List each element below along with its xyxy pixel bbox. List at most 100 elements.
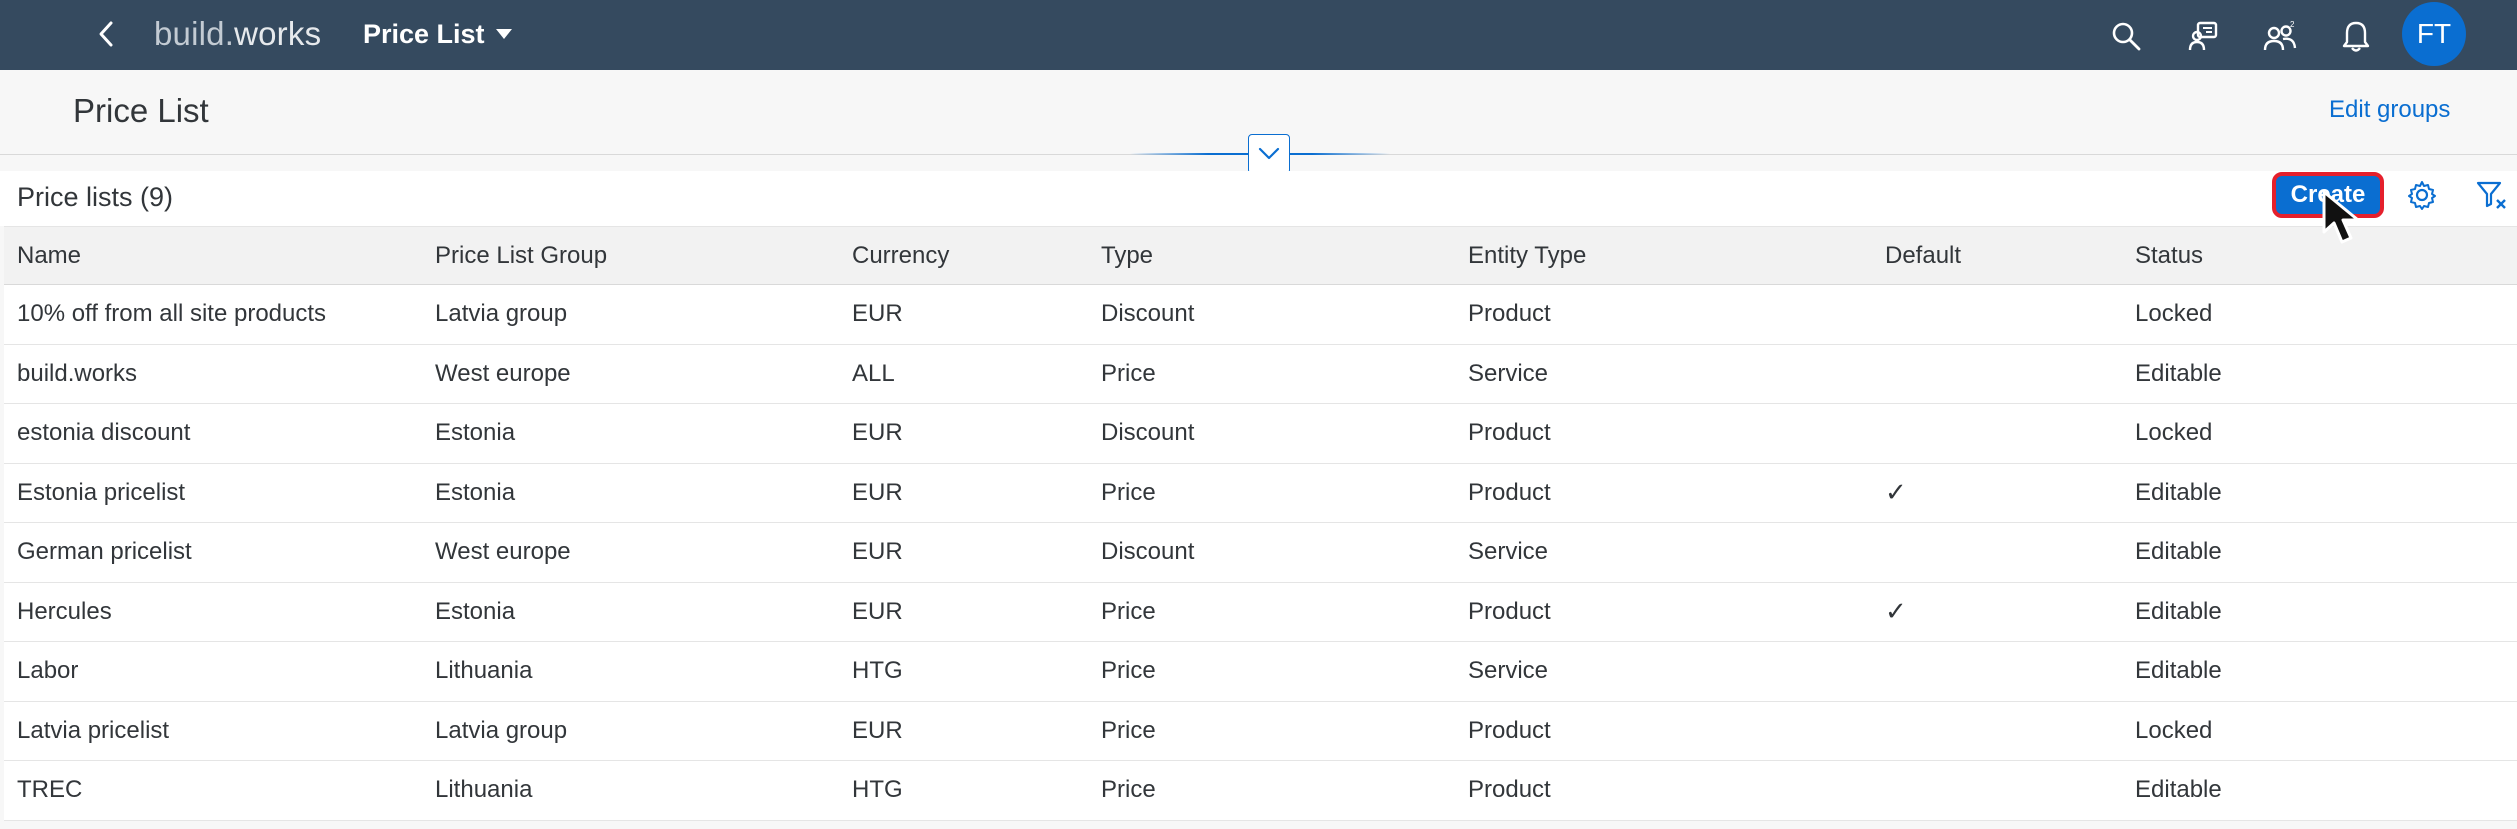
collapse-header-button[interactable] <box>1248 134 1290 174</box>
feedback-button[interactable] <box>2181 14 2225 58</box>
cell-entity-type: Product <box>1468 300 1551 328</box>
cell-type: Price <box>1101 776 1156 804</box>
cell-currency: HTG <box>852 776 903 804</box>
app-title-menu[interactable]: Price List <box>363 14 513 54</box>
cell-status: Editable <box>2135 657 2222 685</box>
shell-bar: build.works Price List 2 FT <box>0 0 2517 70</box>
cell-type: Price <box>1101 359 1156 387</box>
cell-currency: EUR <box>852 538 903 566</box>
search-icon <box>2112 22 2141 51</box>
default-checkmark-icon: ✓ <box>1885 477 1907 508</box>
cell-price-list-group: Estonia <box>435 478 516 506</box>
cell-currency: ALL <box>852 359 895 387</box>
team-icon: 2 <box>2263 20 2297 51</box>
table-row[interactable]: 10% off from all site products Latvia gro… <box>4 285 2517 345</box>
column-header-name[interactable]: Name <box>17 227 81 284</box>
price-lists-table: Name Price List Group Currency Type Enti… <box>4 226 2517 821</box>
notifications-button[interactable] <box>2334 14 2378 58</box>
cell-currency: EUR <box>852 419 903 447</box>
column-header-type[interactable]: Type <box>1101 227 1153 284</box>
cell-price-list-group: Lithuania <box>435 776 533 804</box>
column-header-default[interactable]: Default <box>1885 227 1961 284</box>
svg-text:2: 2 <box>2290 20 2295 29</box>
cell-entity-type: Service <box>1468 538 1549 566</box>
cell-type: Discount <box>1101 419 1195 447</box>
cell-currency: HTG <box>852 657 903 685</box>
cell-name: 10% off from all site products <box>17 300 327 328</box>
cell-name: German pricelist <box>17 538 192 566</box>
cell-status: Editable <box>2135 478 2222 506</box>
table-header: Name Price List Group Currency Type Enti… <box>4 226 2517 285</box>
table-row[interactable]: estonia discount Estonia EUR Discount Produc… <box>4 404 2517 464</box>
column-header-status[interactable]: Status <box>2135 227 2203 284</box>
team-button[interactable]: 2 <box>2258 14 2302 58</box>
cell-price-list-group: Lithuania <box>435 657 533 685</box>
table-row[interactable]: Latvia pricelist Latvia group EUR Price Prod… <box>4 701 2517 761</box>
table-row[interactable]: TREC Lithuania HTG Price Product Editable <box>4 761 2517 821</box>
cell-type: Price <box>1101 478 1156 506</box>
cell-name: estonia discount <box>17 419 191 447</box>
cell-price-list-group: Latvia group <box>435 716 568 744</box>
clear-filter-button[interactable] <box>2472 175 2512 215</box>
edit-groups-link[interactable]: Edit groups <box>2329 96 2450 124</box>
cell-type: Price <box>1101 716 1156 744</box>
page-title: Price List <box>73 92 209 129</box>
column-header-entity-type[interactable]: Entity Type <box>1468 227 1586 284</box>
cell-entity-type: Service <box>1468 657 1549 685</box>
app-title: Price List <box>363 19 485 49</box>
table-heading: Price lists (9) <box>17 182 174 212</box>
table-row[interactable]: German pricelist West europe EUR Discount Se… <box>4 523 2517 583</box>
cell-price-list-group: West europe <box>435 538 571 566</box>
table-row[interactable]: Hercules Estonia EUR Price Product ✓ Editable <box>4 582 2517 642</box>
search-button[interactable] <box>2104 14 2148 58</box>
caret-down-icon <box>495 29 512 39</box>
create-button[interactable]: Create <box>2272 172 2384 218</box>
chevron-down-icon <box>1258 147 1280 160</box>
cell-status: Editable <box>2135 359 2222 387</box>
cell-entity-type: Product <box>1468 478 1551 506</box>
cell-name: Hercules <box>17 597 112 625</box>
cell-status: Editable <box>2135 597 2222 625</box>
user-avatar[interactable]: FT <box>2402 2 2466 66</box>
cell-price-list-group: Latvia group <box>435 300 568 328</box>
cell-name: Estonia pricelist <box>17 478 186 506</box>
table-settings-button[interactable] <box>2402 175 2442 215</box>
cell-price-list-group: West europe <box>435 359 571 387</box>
app-logo[interactable]: build.works <box>154 14 321 54</box>
cell-currency: EUR <box>852 597 903 625</box>
cell-currency: EUR <box>852 716 903 744</box>
cell-type: Discount <box>1101 300 1195 328</box>
cell-price-list-group: Estonia <box>435 597 516 625</box>
cell-name: Labor <box>17 657 79 685</box>
cell-type: Price <box>1101 657 1156 685</box>
table-toolbar: Price lists (9) Create <box>0 171 2517 226</box>
cell-name: Latvia pricelist <box>17 716 170 744</box>
cell-status: Editable <box>2135 538 2222 566</box>
cell-entity-type: Service <box>1468 359 1549 387</box>
cell-name: build.works <box>17 359 138 387</box>
gear-icon <box>2408 181 2436 210</box>
cell-entity-type: Product <box>1468 419 1551 447</box>
cell-status: Locked <box>2135 716 2213 744</box>
cell-currency: EUR <box>852 478 903 506</box>
chevron-left-icon <box>99 21 113 47</box>
cell-status: Editable <box>2135 776 2222 804</box>
table-row[interactable]: build.works West europe ALL Price Service Edi… <box>4 344 2517 404</box>
cell-name: TREC <box>17 776 83 804</box>
cell-entity-type: Product <box>1468 776 1551 804</box>
column-header-currency[interactable]: Currency <box>852 227 949 284</box>
table-row[interactable]: Labor Lithuania HTG Price Service Editable <box>4 642 2517 702</box>
cell-price-list-group: Estonia <box>435 419 516 447</box>
cell-type: Price <box>1101 597 1156 625</box>
feedback-icon <box>2188 21 2218 51</box>
default-checkmark-icon: ✓ <box>1885 596 1907 627</box>
cell-entity-type: Product <box>1468 597 1551 625</box>
cell-entity-type: Product <box>1468 716 1551 744</box>
back-button[interactable] <box>86 14 126 54</box>
table-row[interactable]: Estonia pricelist Estonia EUR Price Product ✓… <box>4 463 2517 523</box>
cell-currency: EUR <box>852 300 903 328</box>
cell-status: Locked <box>2135 419 2213 447</box>
clear-filter-icon <box>2476 181 2506 209</box>
column-header-price-list-group[interactable]: Price List Group <box>435 227 607 284</box>
cell-status: Locked <box>2135 300 2213 328</box>
